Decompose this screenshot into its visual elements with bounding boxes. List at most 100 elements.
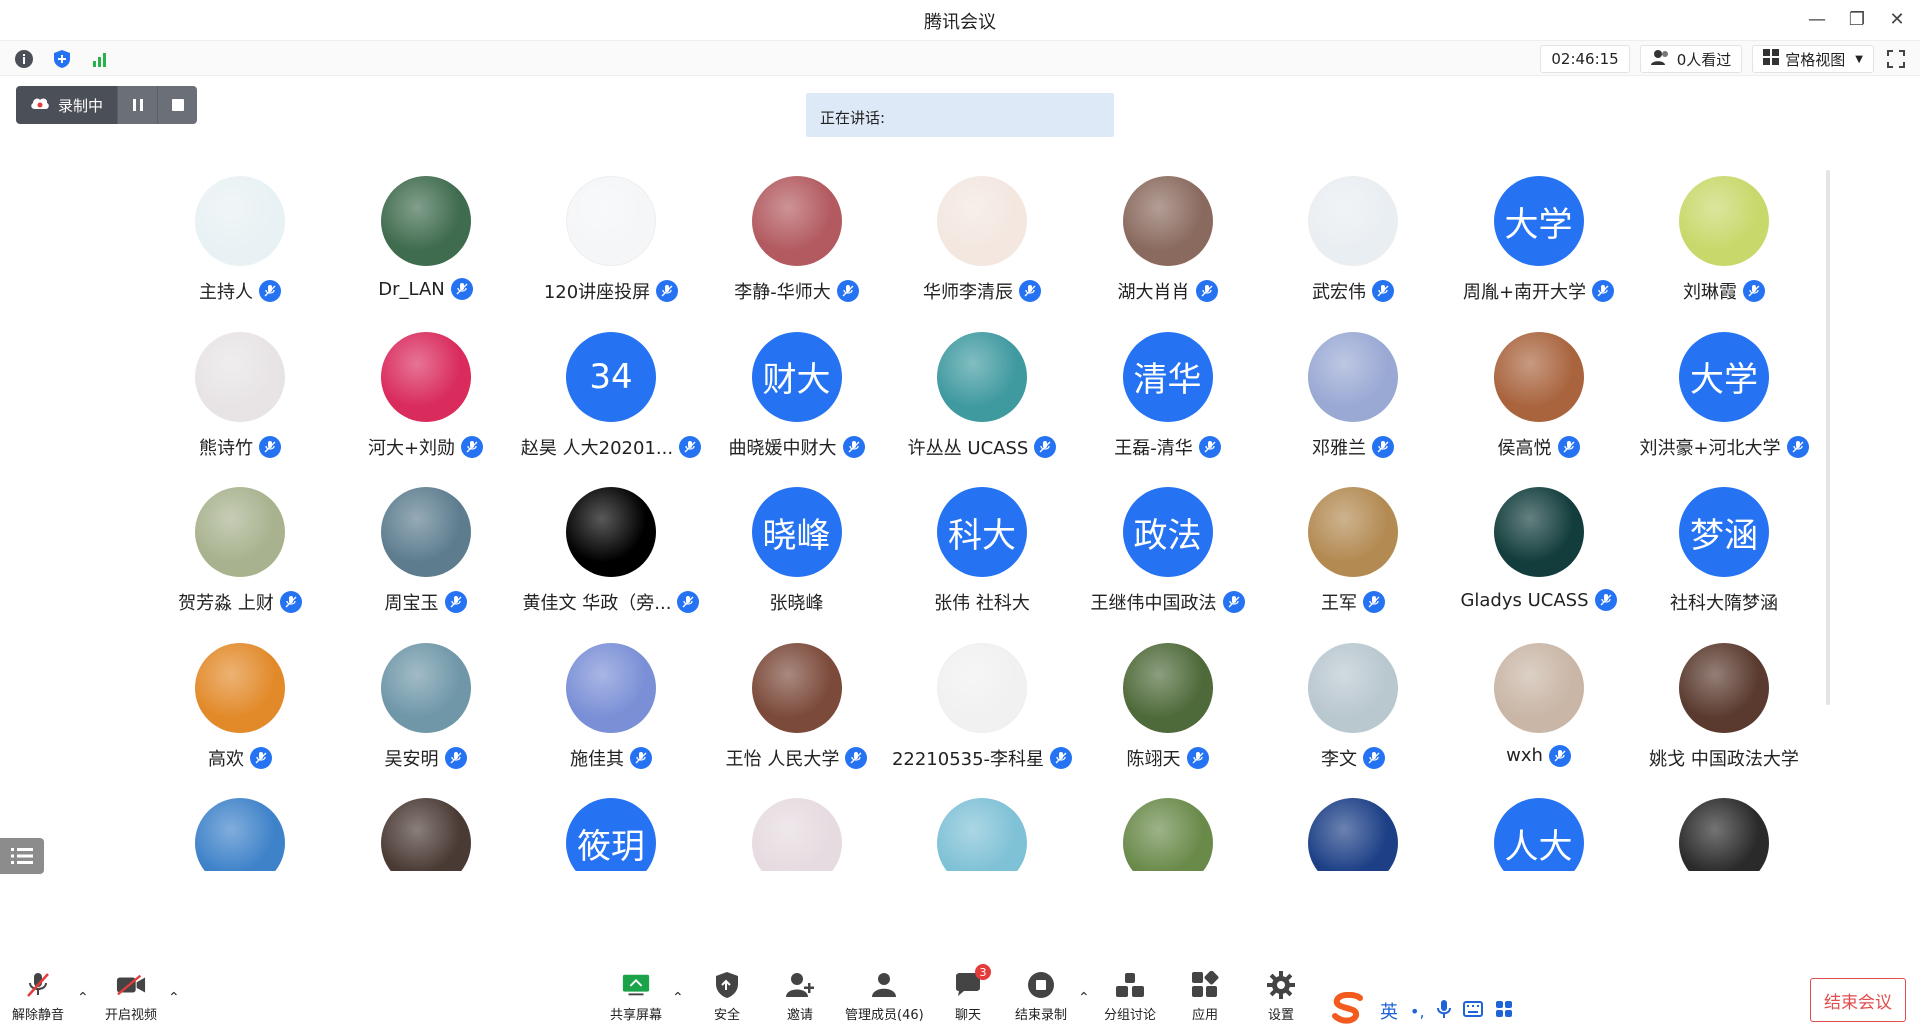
participant-tile[interactable]: 政法 王继伟中国政法 <box>1068 487 1268 637</box>
security-button[interactable]: 安全 <box>712 970 742 1023</box>
participant-tile[interactable] <box>882 798 1082 871</box>
close-icon[interactable]: ✕ <box>1884 6 1910 32</box>
avatar <box>1679 642 1769 733</box>
participant-tile[interactable]: 吴安明 <box>326 642 526 793</box>
end-meeting-button[interactable]: 结束会议 <box>1810 978 1906 1022</box>
security-label: 安全 <box>713 1008 740 1023</box>
ime-language-toggle[interactable]: 英 <box>1380 998 1398 1024</box>
participant-tile[interactable]: 贺芳淼 上财 <box>140 487 340 637</box>
participant-tile[interactable]: 筱玥 <box>511 798 711 871</box>
participant-tile[interactable]: 120讲座投屏 <box>511 176 711 326</box>
signal-icon[interactable] <box>88 47 112 71</box>
participant-tile[interactable]: 施佳其 <box>511 642 711 793</box>
participant-tile[interactable]: 武宏伟 <box>1253 176 1453 326</box>
minimize-icon[interactable]: — <box>1804 6 1830 32</box>
participant-tile[interactable]: 主持人 <box>140 176 340 326</box>
mic-status-icon <box>1557 435 1580 458</box>
participant-tile[interactable]: 华师李清辰 <box>882 176 1082 326</box>
participant-tile[interactable]: 科大 张伟 社科大 <box>882 487 1082 637</box>
avatar-initials: 财大 <box>762 360 831 400</box>
participant-tile[interactable] <box>140 798 340 871</box>
participant-tile[interactable]: Dr_LAN <box>326 176 526 326</box>
participant-tile[interactable]: 人大 <box>1439 798 1639 871</box>
participant-tile[interactable]: 22210535-李科星 <box>882 642 1082 793</box>
participant-tile[interactable]: 刘琳霞 <box>1624 176 1824 326</box>
manage-members-label: 管理成员(46) <box>845 1008 924 1023</box>
video-options-caret[interactable]: ⌃ <box>168 990 180 1006</box>
participant-name-row: 周胤+南开大学 <box>1439 278 1639 304</box>
participant-tile[interactable]: 周宝玉 <box>326 487 526 637</box>
participant-name-row: 22210535-李科星 <box>882 745 1082 771</box>
pause-recording-button[interactable] <box>117 86 158 124</box>
participant-tile[interactable] <box>697 798 897 871</box>
participant-tile[interactable]: 河大+刘勋 <box>326 331 526 482</box>
participant-tile[interactable]: 姚戈 中国政法大学 <box>1624 642 1824 793</box>
avatar <box>937 176 1027 266</box>
mic-status-icon <box>845 746 868 769</box>
participant-tile[interactable]: 黄佳文 华政（旁... <box>511 487 711 637</box>
avatar <box>195 176 285 266</box>
avatar-initials: 人大 <box>1504 826 1573 867</box>
member-list-toggle[interactable] <box>0 838 44 874</box>
bottom-control-bar: 解除静音 ⌃ 开启视频 ⌃ 共享屏幕 ⌃ 安全 邀请 管理成员(46) 3 聊天… <box>0 960 1920 1031</box>
sogou-logo-icon[interactable] <box>1330 991 1368 1031</box>
participant-tile[interactable] <box>1253 798 1453 871</box>
apps-label: 应用 <box>1191 1008 1218 1023</box>
settings-button[interactable]: 设置 <box>1266 970 1296 1023</box>
participant-tile[interactable]: 财大 曲晓媛中财大 <box>697 331 897 482</box>
participant-tile[interactable] <box>326 798 526 871</box>
invite-button[interactable]: 邀请 <box>785 970 815 1023</box>
participant-name: 周胤+南开大学 <box>1462 282 1587 303</box>
chat-button[interactable]: 3 聊天 <box>953 964 991 1023</box>
apps-button[interactable]: 应用 <box>1190 970 1220 1023</box>
view-mode-select[interactable]: 宫格视图 ▼ <box>1752 45 1874 73</box>
stop-recording-button[interactable] <box>157 86 198 124</box>
participant-tile[interactable]: 邓雅兰 <box>1253 331 1453 482</box>
participant-tile[interactable] <box>1068 798 1268 871</box>
avatar-initials: 清华 <box>1133 360 1202 400</box>
breakout-button[interactable]: 分组讨论 <box>1104 970 1156 1023</box>
grid-scrollbar[interactable] <box>1826 170 1830 705</box>
audio-options-caret[interactable]: ⌃ <box>77 990 89 1006</box>
participant-tile[interactable]: 李静-华师大 <box>697 176 897 326</box>
participant-tile[interactable]: 清华 王磊-清华 <box>1068 331 1268 482</box>
participant-tile[interactable]: 高欢 <box>140 642 340 793</box>
restore-icon[interactable]: ❐ <box>1844 6 1870 32</box>
participant-tile[interactable]: 陈翊天 <box>1068 642 1268 793</box>
participant-tile[interactable] <box>1624 798 1824 871</box>
manage-members-button[interactable]: 管理成员(46) <box>845 970 924 1023</box>
mic-status-icon <box>1363 591 1385 613</box>
participant-tile[interactable]: 侯高悦 <box>1439 331 1639 482</box>
ime-punct-toggle[interactable]: •, <box>1410 1002 1425 1021</box>
start-video-button[interactable]: 开启视频 <box>105 970 157 1023</box>
end-recording-button[interactable]: 结束录制 <box>1015 970 1067 1023</box>
participant-name-row: 周宝玉 <box>326 589 526 615</box>
participant-tile[interactable]: 王军 <box>1253 487 1453 637</box>
participant-tile[interactable]: 许丛丛 UCASS <box>882 331 1082 482</box>
info-icon[interactable] <box>12 47 36 71</box>
participant-tile[interactable]: wxh <box>1439 642 1639 793</box>
participant-tile[interactable]: 湖大肖肖 <box>1068 176 1268 326</box>
participant-tile[interactable]: 大学 刘洪豪+河北大学 <box>1624 331 1824 482</box>
share-screen-button[interactable]: 共享屏幕 <box>610 970 662 1023</box>
ime-toolbox-icon[interactable] <box>1495 1000 1513 1023</box>
participant-tile[interactable]: 大学 周胤+南开大学 <box>1439 176 1639 326</box>
viewers-button[interactable]: 0人看过 <box>1639 45 1743 73</box>
unmute-button[interactable]: 解除静音 <box>12 970 64 1023</box>
avatar <box>566 487 656 577</box>
participant-tile[interactable]: 熊诗竹 <box>140 331 340 482</box>
video-off-icon <box>116 970 146 1000</box>
participant-tile[interactable]: 王怡 人民大学 <box>697 642 897 793</box>
ime-keyboard-icon[interactable] <box>1462 1000 1483 1022</box>
fullscreen-icon[interactable] <box>1884 47 1908 71</box>
share-options-caret[interactable]: ⌃ <box>672 990 684 1006</box>
recording-options-caret[interactable]: ⌃ <box>1078 990 1090 1006</box>
participant-tile[interactable]: 梦涵 社科大隋梦涵 <box>1624 487 1824 637</box>
participant-tile[interactable]: Gladys UCASS <box>1439 487 1639 637</box>
shield-icon[interactable] <box>50 47 74 71</box>
participant-tile[interactable]: 34 赵昊 人大20201... <box>511 331 711 482</box>
participant-tile[interactable]: 晓峰 张晓峰 <box>697 487 897 637</box>
participant-tile[interactable]: 李文 <box>1253 642 1453 793</box>
participant-name-row: 曲晓媛中财大 <box>697 434 897 460</box>
ime-voice-icon[interactable] <box>1436 999 1451 1024</box>
